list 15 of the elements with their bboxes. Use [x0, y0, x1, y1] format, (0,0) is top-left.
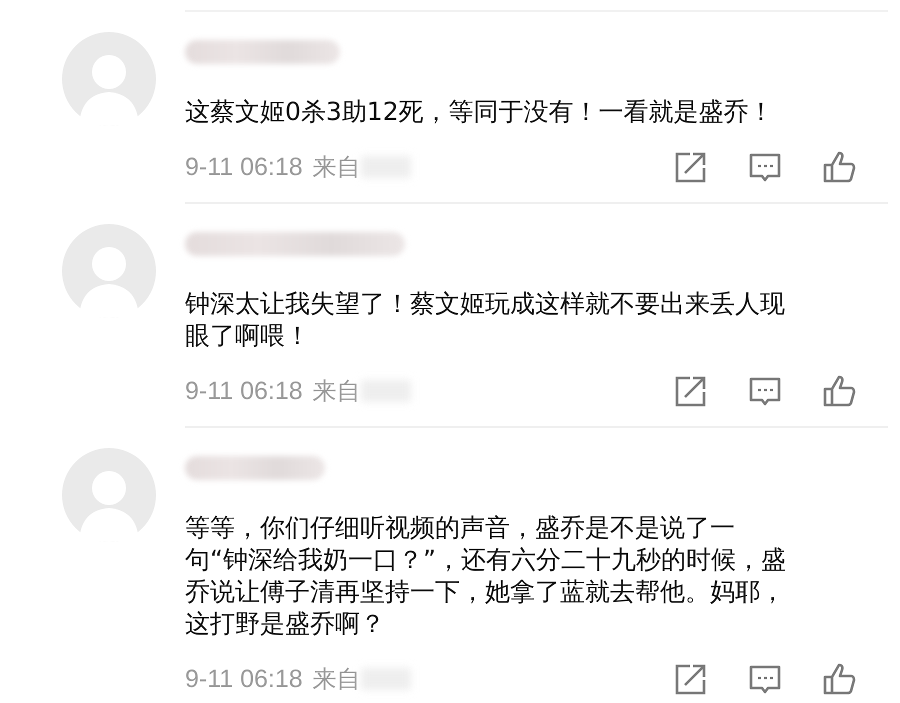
- comment-time: 9-11 06:18: [185, 664, 303, 694]
- share-icon[interactable]: [674, 662, 708, 696]
- comment-text: 这蔡文姬0杀3助12死，等同于没有！一看就是盛乔！: [185, 96, 775, 128]
- comment-time: 9-11 06:18: [185, 152, 303, 182]
- comment-text: 等等，你们仔细听视频的声音，盛乔是不是说了一句“钟深给我奶一口？”，还有六分二十九秒的时候，盛乔说让傅子清再坚持一下，她拿了蓝就去帮他。妈耶，这打野是盛乔啊？: [185, 512, 787, 640]
- comment-source: 来自: [312, 152, 361, 183]
- comment-source: 来自: [312, 376, 361, 407]
- share-icon[interactable]: [674, 150, 708, 184]
- comment-time: 9-11 06:18: [185, 376, 303, 406]
- comment-text: 钟深太让我失望了！蔡文姬玩成这样就不要出来丢人现眼了啊喂！: [185, 288, 786, 352]
- like-icon[interactable]: [822, 150, 856, 184]
- like-icon[interactable]: [822, 662, 856, 696]
- like-icon[interactable]: [822, 374, 856, 408]
- comment-source: 来自: [312, 664, 361, 695]
- share-icon[interactable]: [674, 374, 708, 408]
